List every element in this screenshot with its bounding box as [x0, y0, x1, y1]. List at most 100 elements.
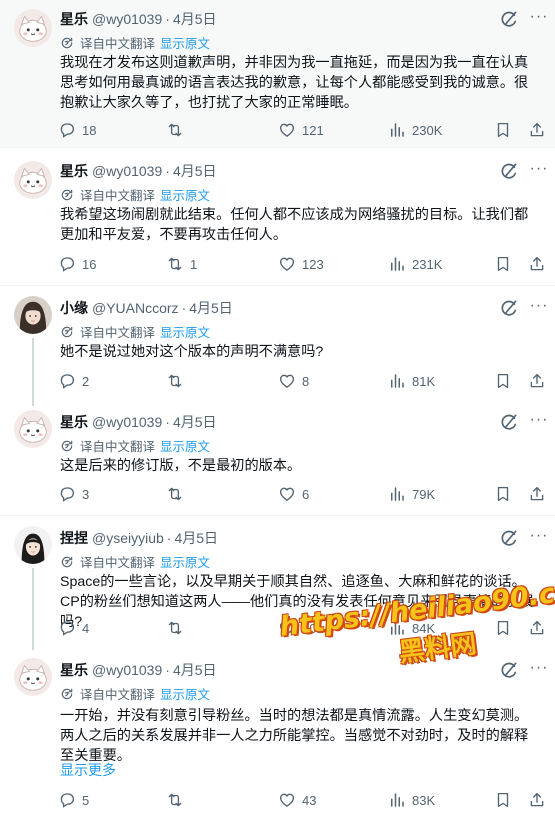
bookmark-icon — [494, 485, 512, 503]
tweet-4[interactable]: 星乐 @wy01039 · 4月5日 ··· 译自中文翻译 显示原文 这是后来的… — [0, 404, 555, 516]
author-name[interactable]: 捏捏 — [60, 528, 88, 548]
retweet-button[interactable] — [166, 618, 190, 638]
author-name[interactable]: 小缘 — [60, 298, 88, 318]
more-options-icon[interactable]: ··· — [529, 7, 549, 27]
share-button[interactable] — [528, 371, 552, 391]
show-original-link[interactable]: 显示原文 — [160, 552, 210, 571]
author-name[interactable]: 星乐 — [60, 9, 88, 29]
more-options-icon[interactable]: ··· — [529, 159, 549, 179]
share-button[interactable] — [528, 484, 552, 504]
retweet-icon — [166, 791, 184, 809]
views-button[interactable]: 231K — [388, 254, 442, 274]
like-button[interactable]: 43 — [278, 790, 316, 810]
author-handle[interactable]: @wy01039 — [92, 163, 162, 179]
show-original-link[interactable]: 显示原文 — [160, 322, 210, 341]
tweet-date[interactable]: 4月5日 — [173, 412, 217, 432]
translate-label: 译自中文翻译 — [80, 556, 156, 570]
reply-icon — [58, 372, 76, 390]
tweet-2[interactable]: 星乐 @wy01039 · 4月5日 ··· 译自中文翻译 显示原文 我希望这场… — [0, 152, 555, 286]
grok-icon[interactable] — [499, 9, 519, 29]
share-button[interactable] — [528, 120, 552, 140]
show-original-link[interactable]: 显示原文 — [160, 33, 210, 52]
share-icon — [528, 121, 546, 139]
author-name[interactable]: 星乐 — [60, 412, 88, 432]
reply-button[interactable]: 4 — [58, 618, 89, 638]
tweet-date[interactable]: 4月5日 — [173, 9, 217, 29]
translation-notice: 译自中文翻译 显示原文 — [60, 436, 210, 455]
more-options-icon[interactable]: ··· — [529, 410, 549, 430]
views-button[interactable]: 83K — [388, 790, 435, 810]
reply-button[interactable]: 16 — [58, 254, 96, 274]
heart-icon — [278, 121, 296, 139]
tweet-date[interactable]: 4月5日 — [173, 161, 217, 181]
tweet-3[interactable]: 小缘 @YUANccorz · 4月5日 ··· 译自中文翻译 显示原文 她不是… — [0, 290, 555, 400]
reply-button[interactable]: 5 — [58, 790, 89, 810]
retweet-button[interactable]: 1 — [166, 254, 197, 274]
bookmark-button[interactable] — [494, 484, 518, 504]
like-button[interactable]: 8 — [278, 371, 309, 391]
author-handle[interactable]: @wy01039 — [92, 11, 162, 27]
show-more-link[interactable]: 显示更多 — [60, 760, 116, 780]
bookmark-button[interactable] — [494, 371, 518, 391]
reply-button[interactable]: 18 — [58, 120, 96, 140]
heart-icon — [278, 255, 296, 273]
tweet-date[interactable]: 4月5日 — [174, 528, 218, 548]
grok-icon[interactable] — [499, 161, 519, 181]
author-name[interactable]: 星乐 — [60, 161, 88, 181]
reply-count: 3 — [82, 486, 90, 502]
tweet-1[interactable]: 星乐 @wy01039 · 4月5日 ··· 译自中文翻译 显示原文 我现在才发… — [0, 0, 555, 148]
translation-notice: 译自中文翻译 显示原文 — [60, 33, 210, 52]
retweet-count: 1 — [190, 256, 198, 272]
like-button[interactable]: 123 — [278, 254, 324, 274]
show-original-link[interactable]: 显示原文 — [160, 684, 210, 703]
share-icon — [528, 485, 546, 503]
show-original-link[interactable]: 显示原文 — [160, 185, 210, 204]
views-button[interactable]: 81K — [388, 371, 435, 391]
avatar[interactable] — [14, 9, 52, 47]
reply-icon — [58, 121, 76, 139]
avatar[interactable] — [14, 161, 52, 199]
views-button[interactable]: 230K — [388, 120, 442, 140]
retweet-button[interactable] — [166, 371, 190, 391]
grok-icon[interactable] — [499, 528, 519, 548]
reply-button[interactable]: 2 — [58, 371, 89, 391]
retweet-button[interactable] — [166, 484, 190, 504]
author-handle[interactable]: @wy01039 — [92, 414, 162, 430]
avatar[interactable] — [14, 658, 52, 696]
view-count: 81K — [412, 373, 436, 389]
bookmark-button[interactable] — [494, 790, 518, 810]
share-button[interactable] — [528, 790, 552, 810]
like-button[interactable]: 6 — [278, 484, 309, 504]
retweet-button[interactable] — [166, 790, 190, 810]
show-original-link[interactable]: 显示原文 — [160, 436, 210, 455]
author-handle[interactable]: @wy01039 — [92, 662, 162, 678]
more-options-icon[interactable]: ··· — [529, 658, 549, 678]
author-handle[interactable]: @yseiyyiub — [92, 530, 164, 546]
share-icon — [528, 791, 546, 809]
like-button[interactable]: 121 — [278, 120, 324, 140]
bookmark-button[interactable] — [494, 254, 518, 274]
tweet-date[interactable]: 4月5日 — [173, 660, 217, 680]
grok-icon[interactable] — [499, 660, 519, 680]
tweet-6[interactable]: 星乐 @wy01039 · 4月5日 ··· 译自中文翻译 显示原文 一开始，并… — [0, 652, 555, 817]
translation-notice: 译自中文翻译 显示原文 — [60, 322, 210, 341]
retweet-button[interactable] — [166, 120, 190, 140]
author-handle[interactable]: @YUANccorz — [92, 300, 179, 316]
more-options-icon[interactable]: ··· — [529, 296, 549, 316]
avatar[interactable] — [14, 296, 52, 334]
views-icon — [388, 121, 406, 139]
views-button[interactable]: 79K — [388, 484, 435, 504]
avatar[interactable] — [14, 526, 52, 564]
author-name[interactable]: 星乐 — [60, 660, 88, 680]
tweet-date[interactable]: 4月5日 — [189, 298, 233, 318]
share-button[interactable] — [528, 254, 552, 274]
views-icon — [388, 255, 406, 273]
grok-icon[interactable] — [499, 412, 519, 432]
bookmark-icon — [494, 791, 512, 809]
bookmark-button[interactable] — [494, 120, 518, 140]
avatar[interactable] — [14, 410, 52, 448]
translation-notice: 译自中文翻译 显示原文 — [60, 552, 210, 571]
grok-icon[interactable] — [499, 298, 519, 318]
reply-button[interactable]: 3 — [58, 484, 89, 504]
more-options-icon[interactable]: ··· — [529, 526, 549, 546]
